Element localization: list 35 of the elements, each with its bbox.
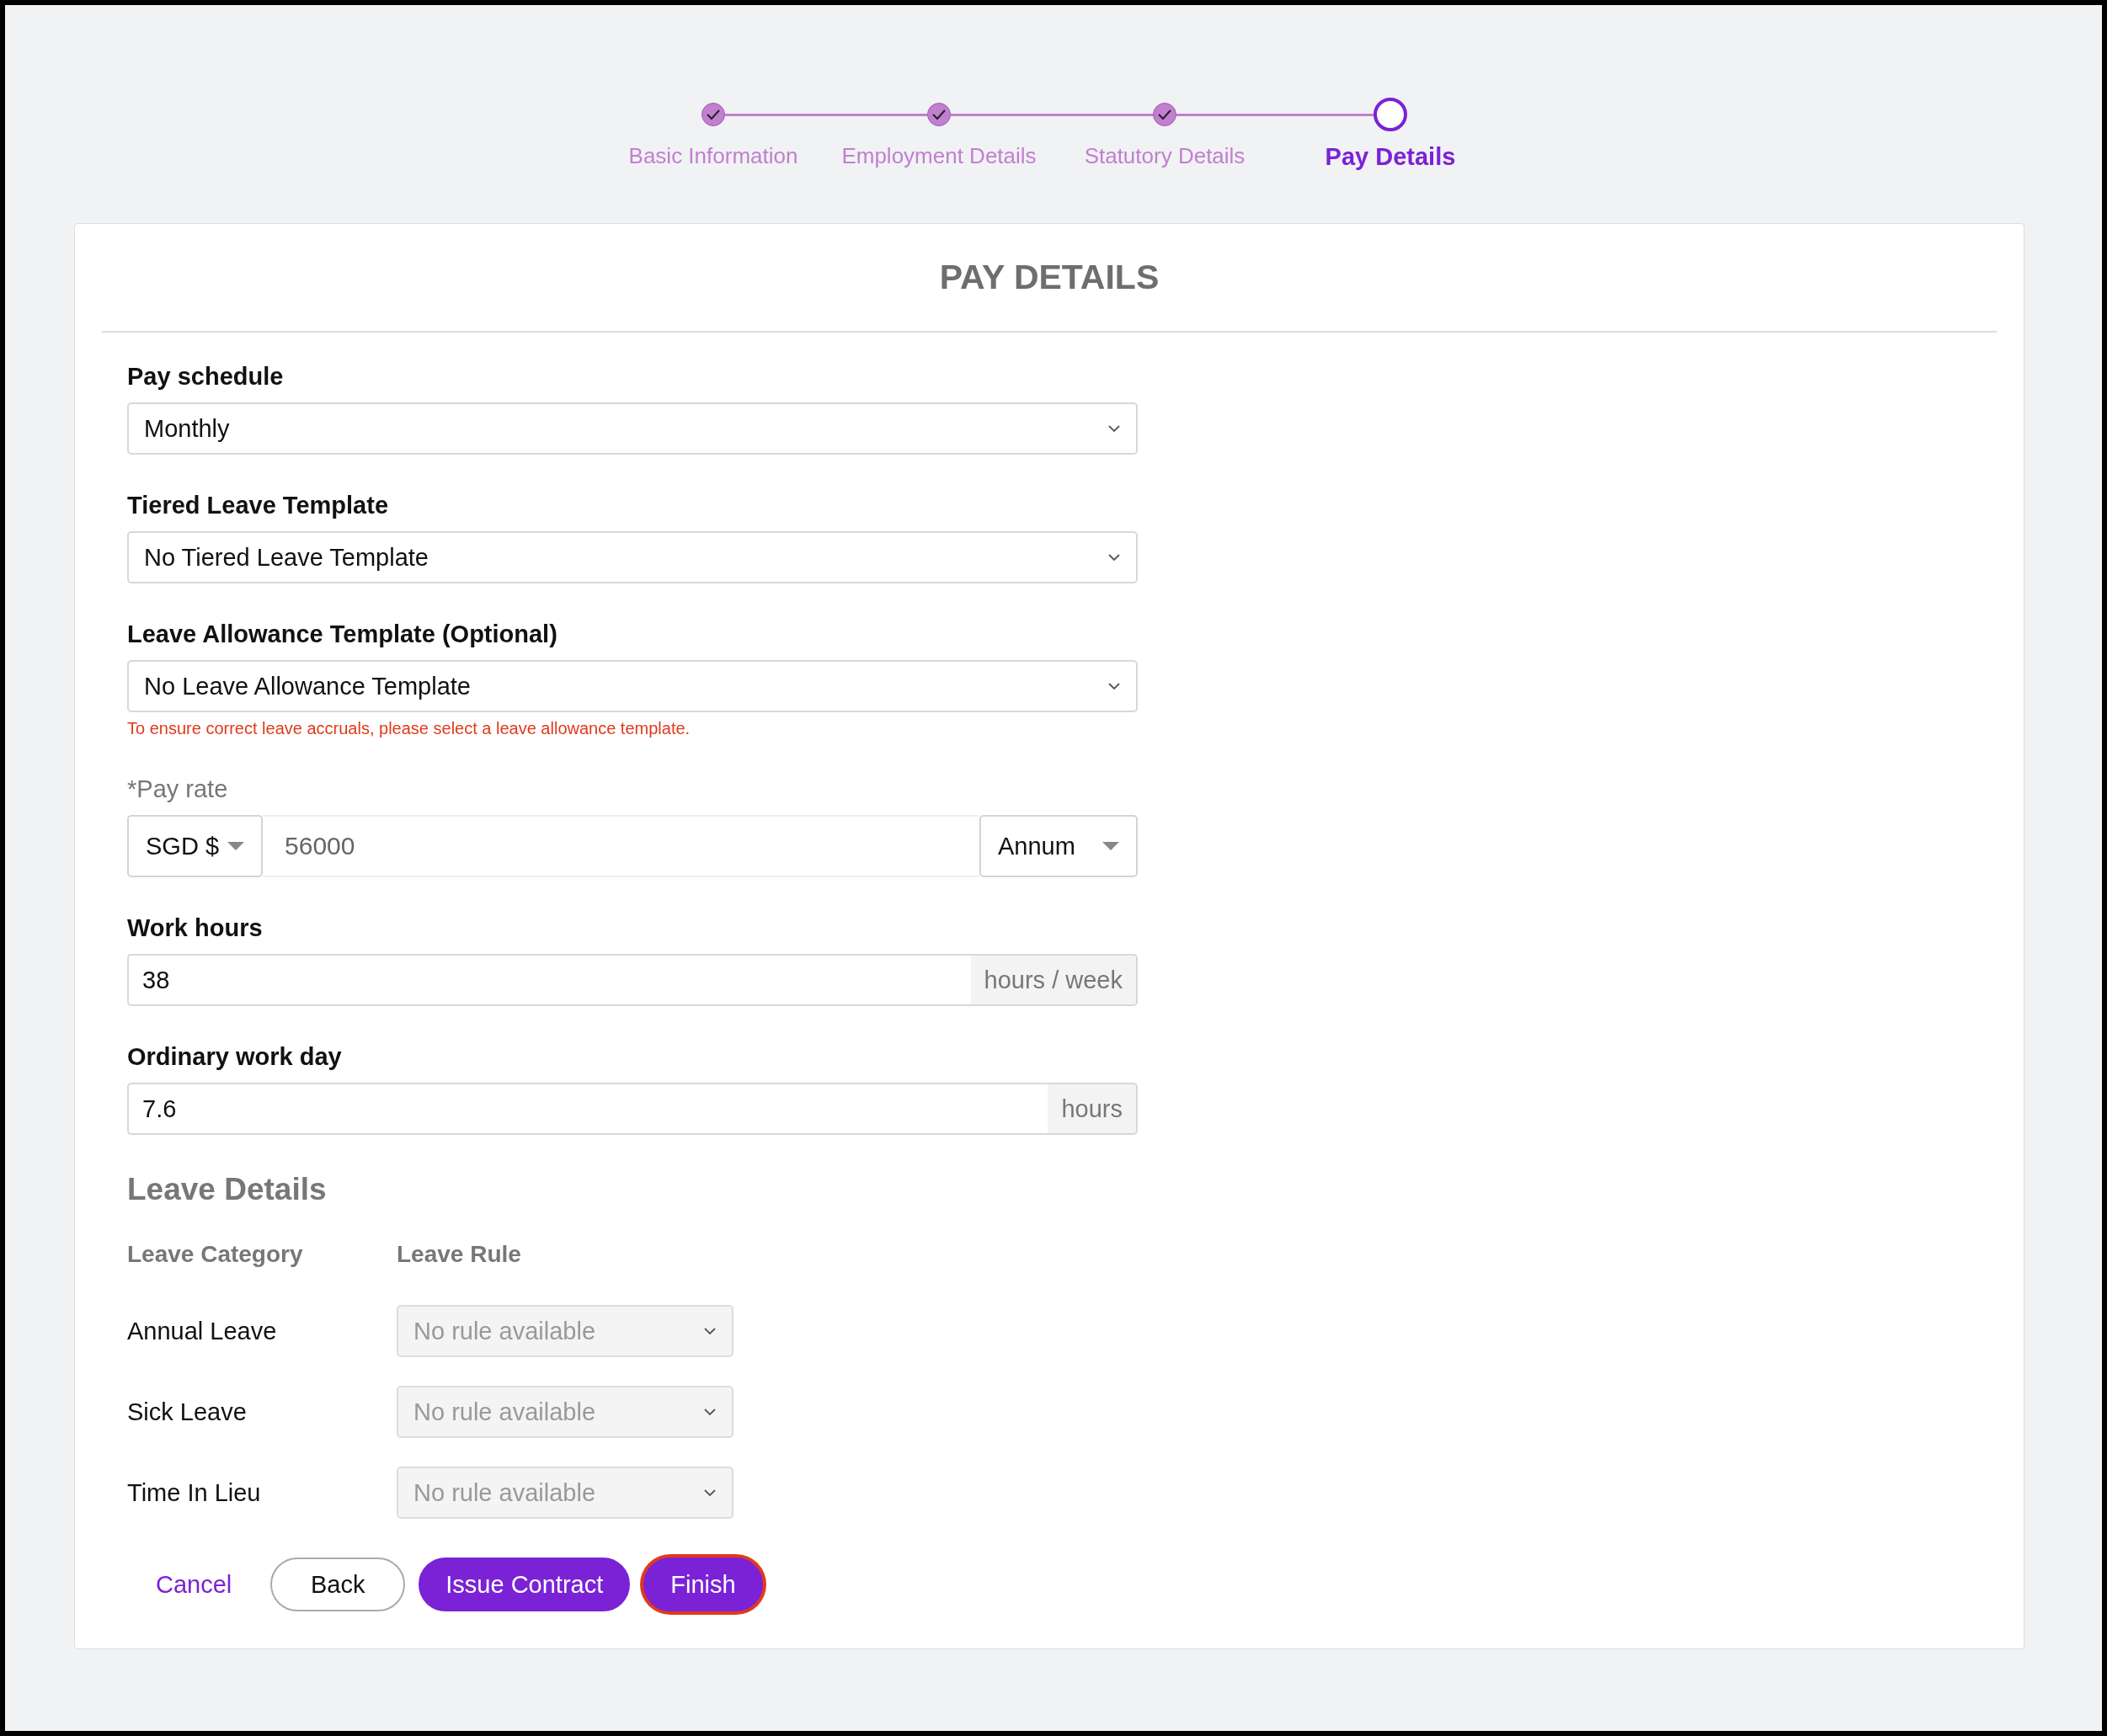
currency-dropdown[interactable]: SGD $ xyxy=(127,815,264,877)
caret-down-icon xyxy=(1102,842,1119,850)
leave-category: Sick Leave xyxy=(127,1398,248,1426)
field-label: Tiered Leave Template xyxy=(127,492,389,519)
leave-category: Annual Leave xyxy=(127,1317,278,1345)
action-button[interactable]: Back xyxy=(270,1558,406,1611)
field-label: Ordinary work day xyxy=(127,1043,343,1071)
chevron-down-icon xyxy=(703,1408,717,1416)
column-header: Leave Rule xyxy=(397,1241,522,1268)
field-label: *Pay rate xyxy=(127,775,229,803)
period-dropdown[interactable]: Annum xyxy=(979,815,1138,877)
check-icon xyxy=(932,109,946,120)
page-title: PAY DETAILS xyxy=(938,257,1160,298)
section-heading: Leave Details xyxy=(127,1172,328,1207)
dropdown-field[interactable]: No Leave Allowance Template xyxy=(127,660,1138,712)
chevron-down-icon xyxy=(703,1488,717,1497)
dropdown-field[interactable]: Monthly xyxy=(127,402,1138,455)
check-icon xyxy=(707,109,720,120)
pay-rate-input[interactable]: 56000 xyxy=(263,815,979,877)
caret-down-icon xyxy=(227,842,245,850)
leave-category: Time In Lieu xyxy=(127,1478,262,1507)
action-button[interactable]: Issue Contract xyxy=(419,1558,631,1611)
cancel-link[interactable]: Cancel xyxy=(127,1558,258,1611)
chevron-down-icon xyxy=(703,1327,717,1335)
field-label: Work hours xyxy=(127,914,264,942)
field-label: Leave Allowance Template (Optional) xyxy=(127,620,558,648)
column-header: Leave Category xyxy=(127,1241,304,1268)
field-label: Pay schedule xyxy=(127,363,285,391)
error-message: To ensure correct leave accruals, please select a leave allowance template. xyxy=(127,719,691,738)
chevron-down-icon xyxy=(1107,682,1121,690)
dropdown-field[interactable]: No Tiered Leave Template xyxy=(127,531,1138,583)
check-icon xyxy=(1158,109,1171,120)
step-label[interactable]: Pay Details xyxy=(1325,143,1456,171)
chevron-down-icon xyxy=(1107,553,1121,562)
chevron-down-icon xyxy=(1107,424,1121,433)
